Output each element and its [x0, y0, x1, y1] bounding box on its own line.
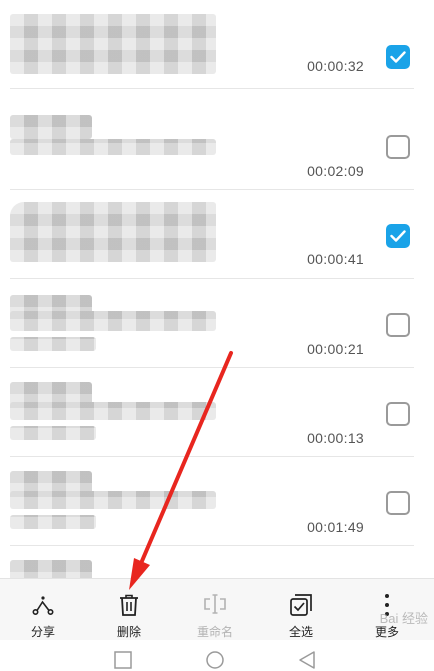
list-item[interactable]: 00:01:49: [0, 457, 434, 546]
rename-icon: [204, 594, 226, 614]
list-item[interactable]: 00:02:09: [0, 101, 434, 190]
list-item[interactable]: 00:00:41: [0, 190, 434, 279]
select-all-label: 全选: [288, 625, 313, 639]
select-all-icon: [290, 594, 312, 616]
recording-duration: 00:02:09: [307, 163, 364, 179]
recording-name-blurred: [10, 139, 216, 155]
square-icon[interactable]: [113, 650, 133, 670]
recording-name-blurred: [10, 14, 216, 74]
recording-name-blurred: [10, 402, 216, 420]
list-item[interactable]: 00:00:32: [0, 0, 434, 89]
trash-icon: [120, 594, 138, 616]
bottom-action-bar: 分享 删除 重命名 全选 更多: [0, 578, 434, 640]
share-icon: [32, 596, 54, 615]
recording-duration: 00:00:41: [307, 251, 364, 267]
recording-name-blurred: [10, 515, 96, 529]
recording-name-blurred: [10, 311, 216, 331]
recording-duration: 00:01:49: [307, 519, 364, 535]
circle-icon[interactable]: [205, 650, 225, 670]
list-item[interactable]: 00:00:21: [0, 279, 434, 368]
system-navigation-bar: [0, 640, 434, 671]
triangle-back-icon[interactable]: [297, 650, 317, 670]
list-item[interactable]: 00:00:13: [0, 368, 434, 457]
share-button[interactable]: 分享: [0, 579, 86, 641]
recording-duration: 00:00:32: [307, 58, 364, 74]
recording-checkbox[interactable]: [386, 224, 410, 248]
delete-label: 删除: [116, 625, 141, 639]
recording-checkbox[interactable]: [386, 45, 410, 69]
recording-duration: 00:00:13: [307, 430, 364, 446]
recording-name-blurred: [10, 491, 216, 509]
recording-checkbox[interactable]: [386, 491, 410, 515]
recording-duration: 00:00:21: [307, 341, 364, 357]
recording-name-blurred: [10, 202, 216, 262]
rename-button[interactable]: 重命名: [172, 579, 258, 641]
recording-list: 00:00:32 00:02:09 00:00:41 00:00:21 00:0…: [0, 0, 434, 590]
recording-name-blurred: [10, 337, 96, 351]
recording-checkbox[interactable]: [386, 135, 410, 159]
recording-name-blurred: [10, 115, 92, 139]
recording-checkbox[interactable]: [386, 313, 410, 337]
watermark: Bai 经验: [379, 611, 428, 626]
recording-name-blurred: [10, 426, 96, 440]
divider: [10, 88, 414, 89]
recording-checkbox[interactable]: [386, 402, 410, 426]
share-label: 分享: [30, 625, 55, 639]
rename-label: 重命名: [196, 625, 233, 639]
check-icon: [390, 51, 406, 63]
check-icon: [390, 230, 406, 242]
select-all-button[interactable]: 全选: [258, 579, 344, 641]
delete-button[interactable]: 删除: [86, 579, 172, 641]
